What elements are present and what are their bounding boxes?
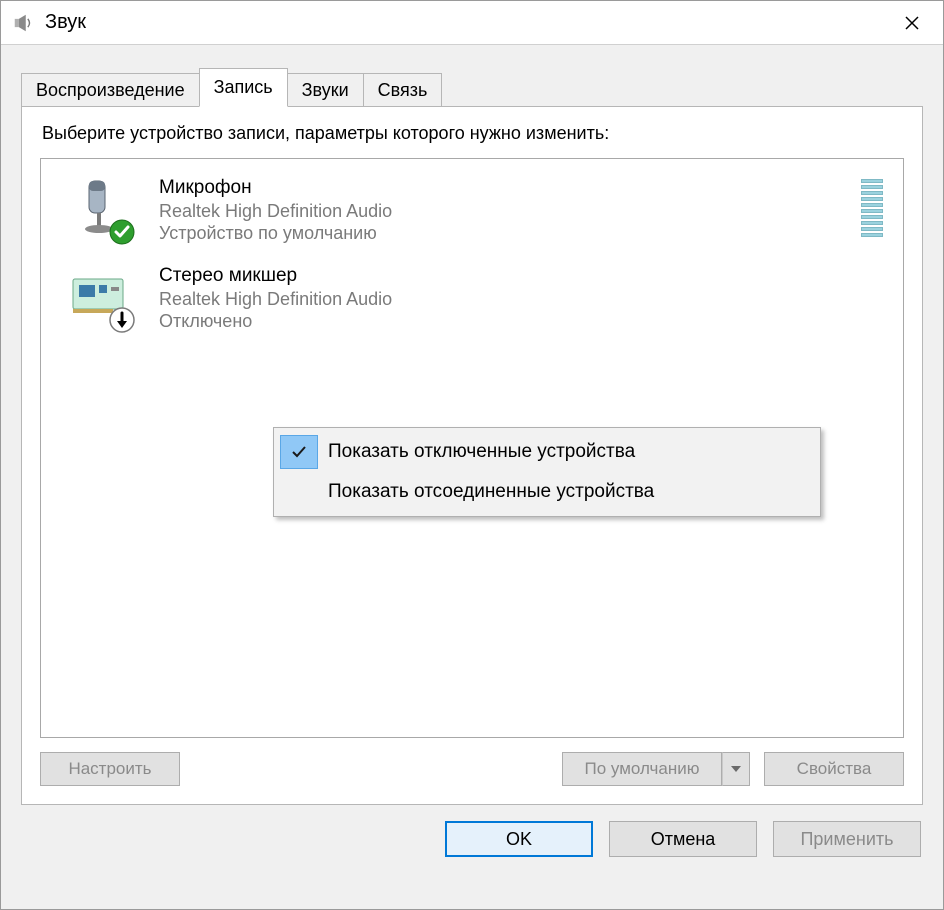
configure-button[interactable]: Настроить [40, 752, 180, 786]
soundcard-icon [67, 265, 131, 329]
device-list[interactable]: Микрофон Realtek High Definition Audio У… [40, 158, 904, 738]
window-title: Звук [45, 11, 889, 34]
tab-panel-recording: Выберите устройство записи, параметры ко… [21, 106, 923, 805]
tabstrip: Воспроизведение Запись Звуки Связь [21, 67, 923, 106]
device-name: Микрофон [159, 177, 851, 200]
client-area: Воспроизведение Запись Звуки Связь Выбер… [1, 45, 943, 909]
chevron-down-icon[interactable] [722, 752, 750, 786]
menu-item-show-disabled[interactable]: Показать отключенные устройства [276, 432, 818, 472]
level-meter [861, 177, 883, 237]
instruction-text: Выберите устройство записи, параметры ко… [42, 123, 904, 144]
menu-item-label: Показать отключенные устройства [324, 441, 635, 463]
tab-recording[interactable]: Запись [199, 68, 288, 107]
dialog-buttons: OK Отмена Применить [1, 805, 943, 875]
sound-dialog: Звук Воспроизведение Запись Звуки Связь … [0, 0, 944, 910]
device-name: Стерео микшер [159, 265, 887, 288]
device-texts: Микрофон Realtek High Definition Audio У… [159, 177, 851, 245]
tab-playback[interactable]: Воспроизведение [21, 73, 200, 107]
check-icon [280, 435, 318, 469]
apply-button[interactable]: Применить [773, 821, 921, 857]
device-texts: Стерео микшер Realtek High Definition Au… [159, 265, 887, 333]
device-status: Отключено [159, 310, 887, 333]
cancel-button[interactable]: Отмена [609, 821, 757, 857]
tab-communications[interactable]: Связь [363, 73, 443, 107]
check-placeholder [280, 475, 318, 509]
microphone-icon [67, 177, 131, 241]
device-driver: Realtek High Definition Audio [159, 200, 851, 223]
set-default-button[interactable]: По умолчанию [562, 752, 722, 786]
sound-icon [11, 11, 35, 35]
device-status: Устройство по умолчанию [159, 222, 851, 245]
device-driver: Realtek High Definition Audio [159, 288, 887, 311]
ok-button[interactable]: OK [445, 821, 593, 857]
properties-button[interactable]: Свойства [764, 752, 904, 786]
set-default-split-button[interactable]: По умолчанию [562, 752, 750, 786]
menu-item-show-disconnected[interactable]: Показать отсоединенные устройства [276, 472, 818, 512]
tab-sounds[interactable]: Звуки [287, 73, 364, 107]
context-menu: Показать отключенные устройства Показать… [273, 427, 821, 517]
titlebar: Звук [1, 1, 943, 45]
close-button[interactable] [889, 3, 935, 43]
default-badge-icon [109, 219, 135, 245]
tabs-container: Воспроизведение Запись Звуки Связь Выбер… [1, 45, 943, 805]
disabled-badge-icon [109, 307, 135, 333]
device-row[interactable]: Микрофон Realtek High Definition Audio У… [53, 167, 891, 255]
menu-item-label: Показать отсоединенные устройства [324, 481, 654, 503]
panel-buttons: Настроить По умолчанию Свойства [40, 752, 904, 786]
device-row[interactable]: Стерео микшер Realtek High Definition Au… [53, 255, 891, 343]
